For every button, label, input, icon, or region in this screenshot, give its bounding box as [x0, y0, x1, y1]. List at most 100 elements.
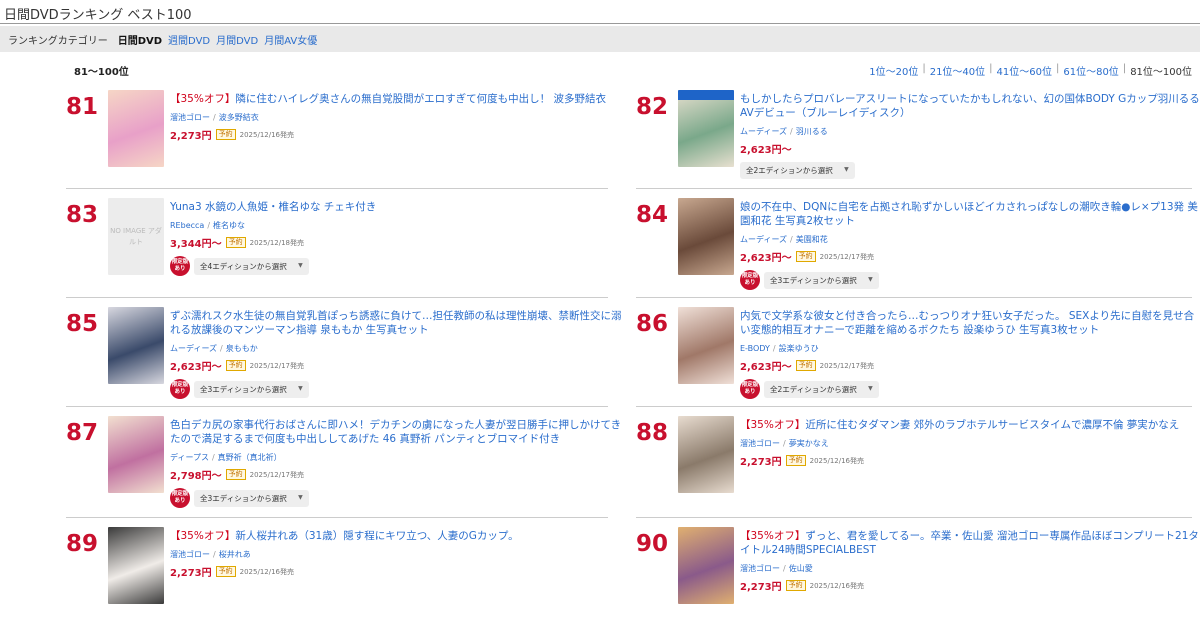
edition-row: 全2エディションから選択 ▼ [740, 162, 1200, 179]
discount-label: 【35%オフ】 [170, 530, 236, 542]
edition-select-label: 全2エディションから選択 [746, 166, 833, 175]
product-title: 内気で文学系な彼女と付き合ったら…むっつりオナ狂い女子だった。 SEXより先に自… [740, 310, 1195, 336]
edition-select[interactable]: 全3エディションから選択 ▼ [194, 380, 309, 398]
product-meta: 溜池ゴロー / 夢実かなえ [740, 438, 1200, 449]
actress-link[interactable]: 夢実かなえ [789, 439, 829, 448]
product-title-link[interactable]: 【35%オフ】ずっと、君を愛してるー。卒業・佐山愛 溜池ゴロー専属作品ほぼコンプ… [740, 529, 1200, 557]
actress-link[interactable]: 泉ももか [226, 344, 258, 353]
pager-separator: | [922, 63, 926, 74]
product-thumbnail[interactable] [108, 307, 164, 384]
price: 2,623円～ [740, 145, 792, 156]
product-thumbnail[interactable] [678, 307, 734, 384]
price: 2,273円 [740, 582, 782, 593]
product-thumbnail[interactable] [108, 90, 164, 167]
category-link-weekly[interactable]: 週間DVD [168, 32, 210, 47]
product-title-link[interactable]: 色白デカ尻の家事代行おばさんに即ハメ！デカチンの虜になった人妻が翌日勝手に押しか… [170, 418, 630, 446]
meta-separator: / [213, 113, 216, 122]
product-thumbnail[interactable] [108, 527, 164, 604]
maker-link[interactable]: 溜池ゴロー [740, 439, 780, 448]
chevron-down-icon: ▼ [298, 261, 303, 269]
meta-separator: / [211, 453, 215, 462]
product-title-link[interactable]: もしかしたらプロバレーアスリートになっていたかもしれない、幻の国体BODY Gカ… [740, 92, 1200, 120]
meta-separator: / [772, 344, 776, 353]
category-link-monthly[interactable]: 月間DVD [216, 32, 258, 47]
actress-link[interactable]: 桜井れあ [219, 550, 251, 559]
price-line: 2,623円～ 予約 2025/12/17発売 [170, 358, 630, 373]
edition-select-label: 全3エディションから選択 [200, 493, 287, 503]
actress-link[interactable]: 羽川るる [796, 127, 828, 136]
meta-separator: / [207, 221, 211, 230]
price-line: 2,273円 予約 2025/12/16発売 [740, 453, 1200, 468]
limited-edition-badge: 限定版あり [740, 379, 760, 399]
actress-link[interactable]: 設楽ゆうひ [779, 344, 819, 353]
rank-number: 83 [66, 202, 99, 228]
release-date: 2025/12/18発売 [249, 238, 304, 247]
category-label: ランキングカテゴリー [8, 35, 108, 47]
meta-separator: / [790, 127, 793, 136]
category-link-actress[interactable]: 月間AV女優 [264, 32, 317, 47]
pager-current: 81位～100位 [1130, 67, 1192, 78]
ranking-item: 84 娘の不在中、DQNに自宅を占拠され恥ずかしいほどイカされっぱなしの潮吹き輪… [636, 188, 1198, 297]
product-thumbnail[interactable] [678, 527, 734, 604]
product-title-link[interactable]: 娘の不在中、DQNに自宅を占拠され恥ずかしいほどイカされっぱなしの潮吹き輪●レ×… [740, 200, 1200, 228]
preorder-badge: 予約 [215, 566, 236, 577]
maker-link[interactable]: 溜池ゴロー [170, 113, 210, 122]
maker-link[interactable]: ムーディーズ [170, 344, 217, 353]
ranking-item: 86 内気で文学系な彼女と付き合ったら…むっつりオナ狂い女子だった。 SEXより… [636, 297, 1194, 406]
pager-link-1[interactable]: 1位～20位 [869, 63, 918, 78]
maker-link[interactable]: ムーディーズ [740, 235, 787, 244]
product-title-link[interactable]: 【35%オフ】新人桜井れあ（31歳）隠す程にキワ立つ、人妻のGカップ。 [170, 529, 630, 543]
edition-select[interactable]: 全3エディションから選択 ▼ [194, 489, 309, 507]
price-line: 2,273円 予約 2025/12/16発売 [170, 564, 630, 579]
chevron-down-icon: ▼ [298, 493, 303, 501]
maker-link[interactable]: ムーディーズ [740, 127, 787, 136]
product-meta: E-BODY / 設楽ゆうひ [740, 343, 1200, 354]
product-title-link[interactable]: 【35%オフ】近所に住むタダマン妻 郊外のラブホテルサービスタイムで濃厚不倫 夢… [740, 418, 1200, 432]
rank-number: 86 [636, 311, 669, 337]
release-date: 2025/12/17発売 [819, 252, 874, 261]
price: 3,344円～ [170, 239, 222, 250]
row-divider [66, 188, 608, 189]
price-line: 2,623円～ 予約 2025/12/17発売 [740, 249, 1200, 264]
product-thumbnail[interactable]: NO IMAGE アダルト [108, 198, 164, 275]
edition-select[interactable]: 全2エディションから選択 ▼ [764, 380, 879, 398]
pager-link-2[interactable]: 21位～40位 [930, 63, 985, 78]
actress-link[interactable]: 佐山愛 [789, 564, 813, 573]
preorder-badge: 予約 [225, 360, 246, 371]
product-thumbnail[interactable] [678, 416, 734, 493]
release-date: 2025/12/17発売 [819, 361, 874, 370]
maker-link[interactable]: 溜池ゴロー [170, 550, 210, 559]
maker-link[interactable]: 溜池ゴロー [740, 564, 780, 573]
maker-link[interactable]: E-BODY [740, 344, 770, 353]
product-title-link[interactable]: Yuna3 水鏡の人魚姫・椎名ゆな チェキ付き [170, 200, 630, 214]
limited-edition-badge: 限定版あり [740, 270, 760, 290]
edition-select[interactable]: 全4エディションから選択 ▼ [194, 257, 309, 275]
actress-link[interactable]: 椎名ゆな [213, 221, 245, 230]
product-title-link[interactable]: 内気で文学系な彼女と付き合ったら…むっつりオナ狂い女子だった。 SEXより先に自… [740, 309, 1200, 337]
price-line: 2,273円 予約 2025/12/16発売 [740, 578, 1200, 593]
meta-separator: / [213, 550, 216, 559]
actress-link[interactable]: 美園和花 [796, 235, 828, 244]
product-thumbnail[interactable] [678, 198, 734, 275]
pager-link-4[interactable]: 61位～80位 [1063, 63, 1118, 78]
chevron-down-icon: ▼ [298, 384, 303, 392]
maker-link[interactable]: REbecca [170, 221, 204, 230]
product-title-link[interactable]: ずぶ濡れスク水生徒の無自覚乳首ぽっち誘惑に負けて…担任教師の私は理性崩壊、禁断性… [170, 309, 630, 337]
pager-link-3[interactable]: 41位～60位 [997, 63, 1052, 78]
product-thumbnail[interactable] [678, 90, 734, 167]
edition-select[interactable]: 全2エディションから選択 ▼ [740, 162, 855, 179]
category-nav: ランキングカテゴリー 日間DVD 週間DVD 月間DVD 月間AV女優 [0, 26, 1200, 52]
product-title-link[interactable]: 【35%オフ】隣に住むハイレグ奥さんの無自覚股間がエロすぎて何度も中出し！ 波多… [170, 92, 630, 106]
product-title: ずっと、君を愛してるー。卒業・佐山愛 溜池ゴロー専属作品ほぼコンプリート21タイ… [740, 530, 1199, 556]
product-thumbnail[interactable] [108, 416, 164, 493]
actress-link[interactable]: 真野祈（真北祈） [218, 453, 282, 462]
product-meta: 溜池ゴロー / 波多野結衣 [170, 112, 630, 123]
chevron-down-icon: ▼ [868, 384, 873, 392]
product-title: Yuna3 水鏡の人魚姫・椎名ゆな チェキ付き [170, 201, 377, 213]
edition-select[interactable]: 全3エディションから選択 ▼ [764, 271, 879, 289]
product-title: 色白デカ尻の家事代行おばさんに即ハメ！デカチンの虜になった人妻が翌日勝手に押しか… [170, 419, 622, 445]
actress-link[interactable]: 波多野結衣 [219, 113, 259, 122]
row-divider [636, 297, 1192, 298]
chevron-down-icon: ▼ [868, 275, 873, 283]
maker-link[interactable]: ディープス [170, 453, 209, 462]
